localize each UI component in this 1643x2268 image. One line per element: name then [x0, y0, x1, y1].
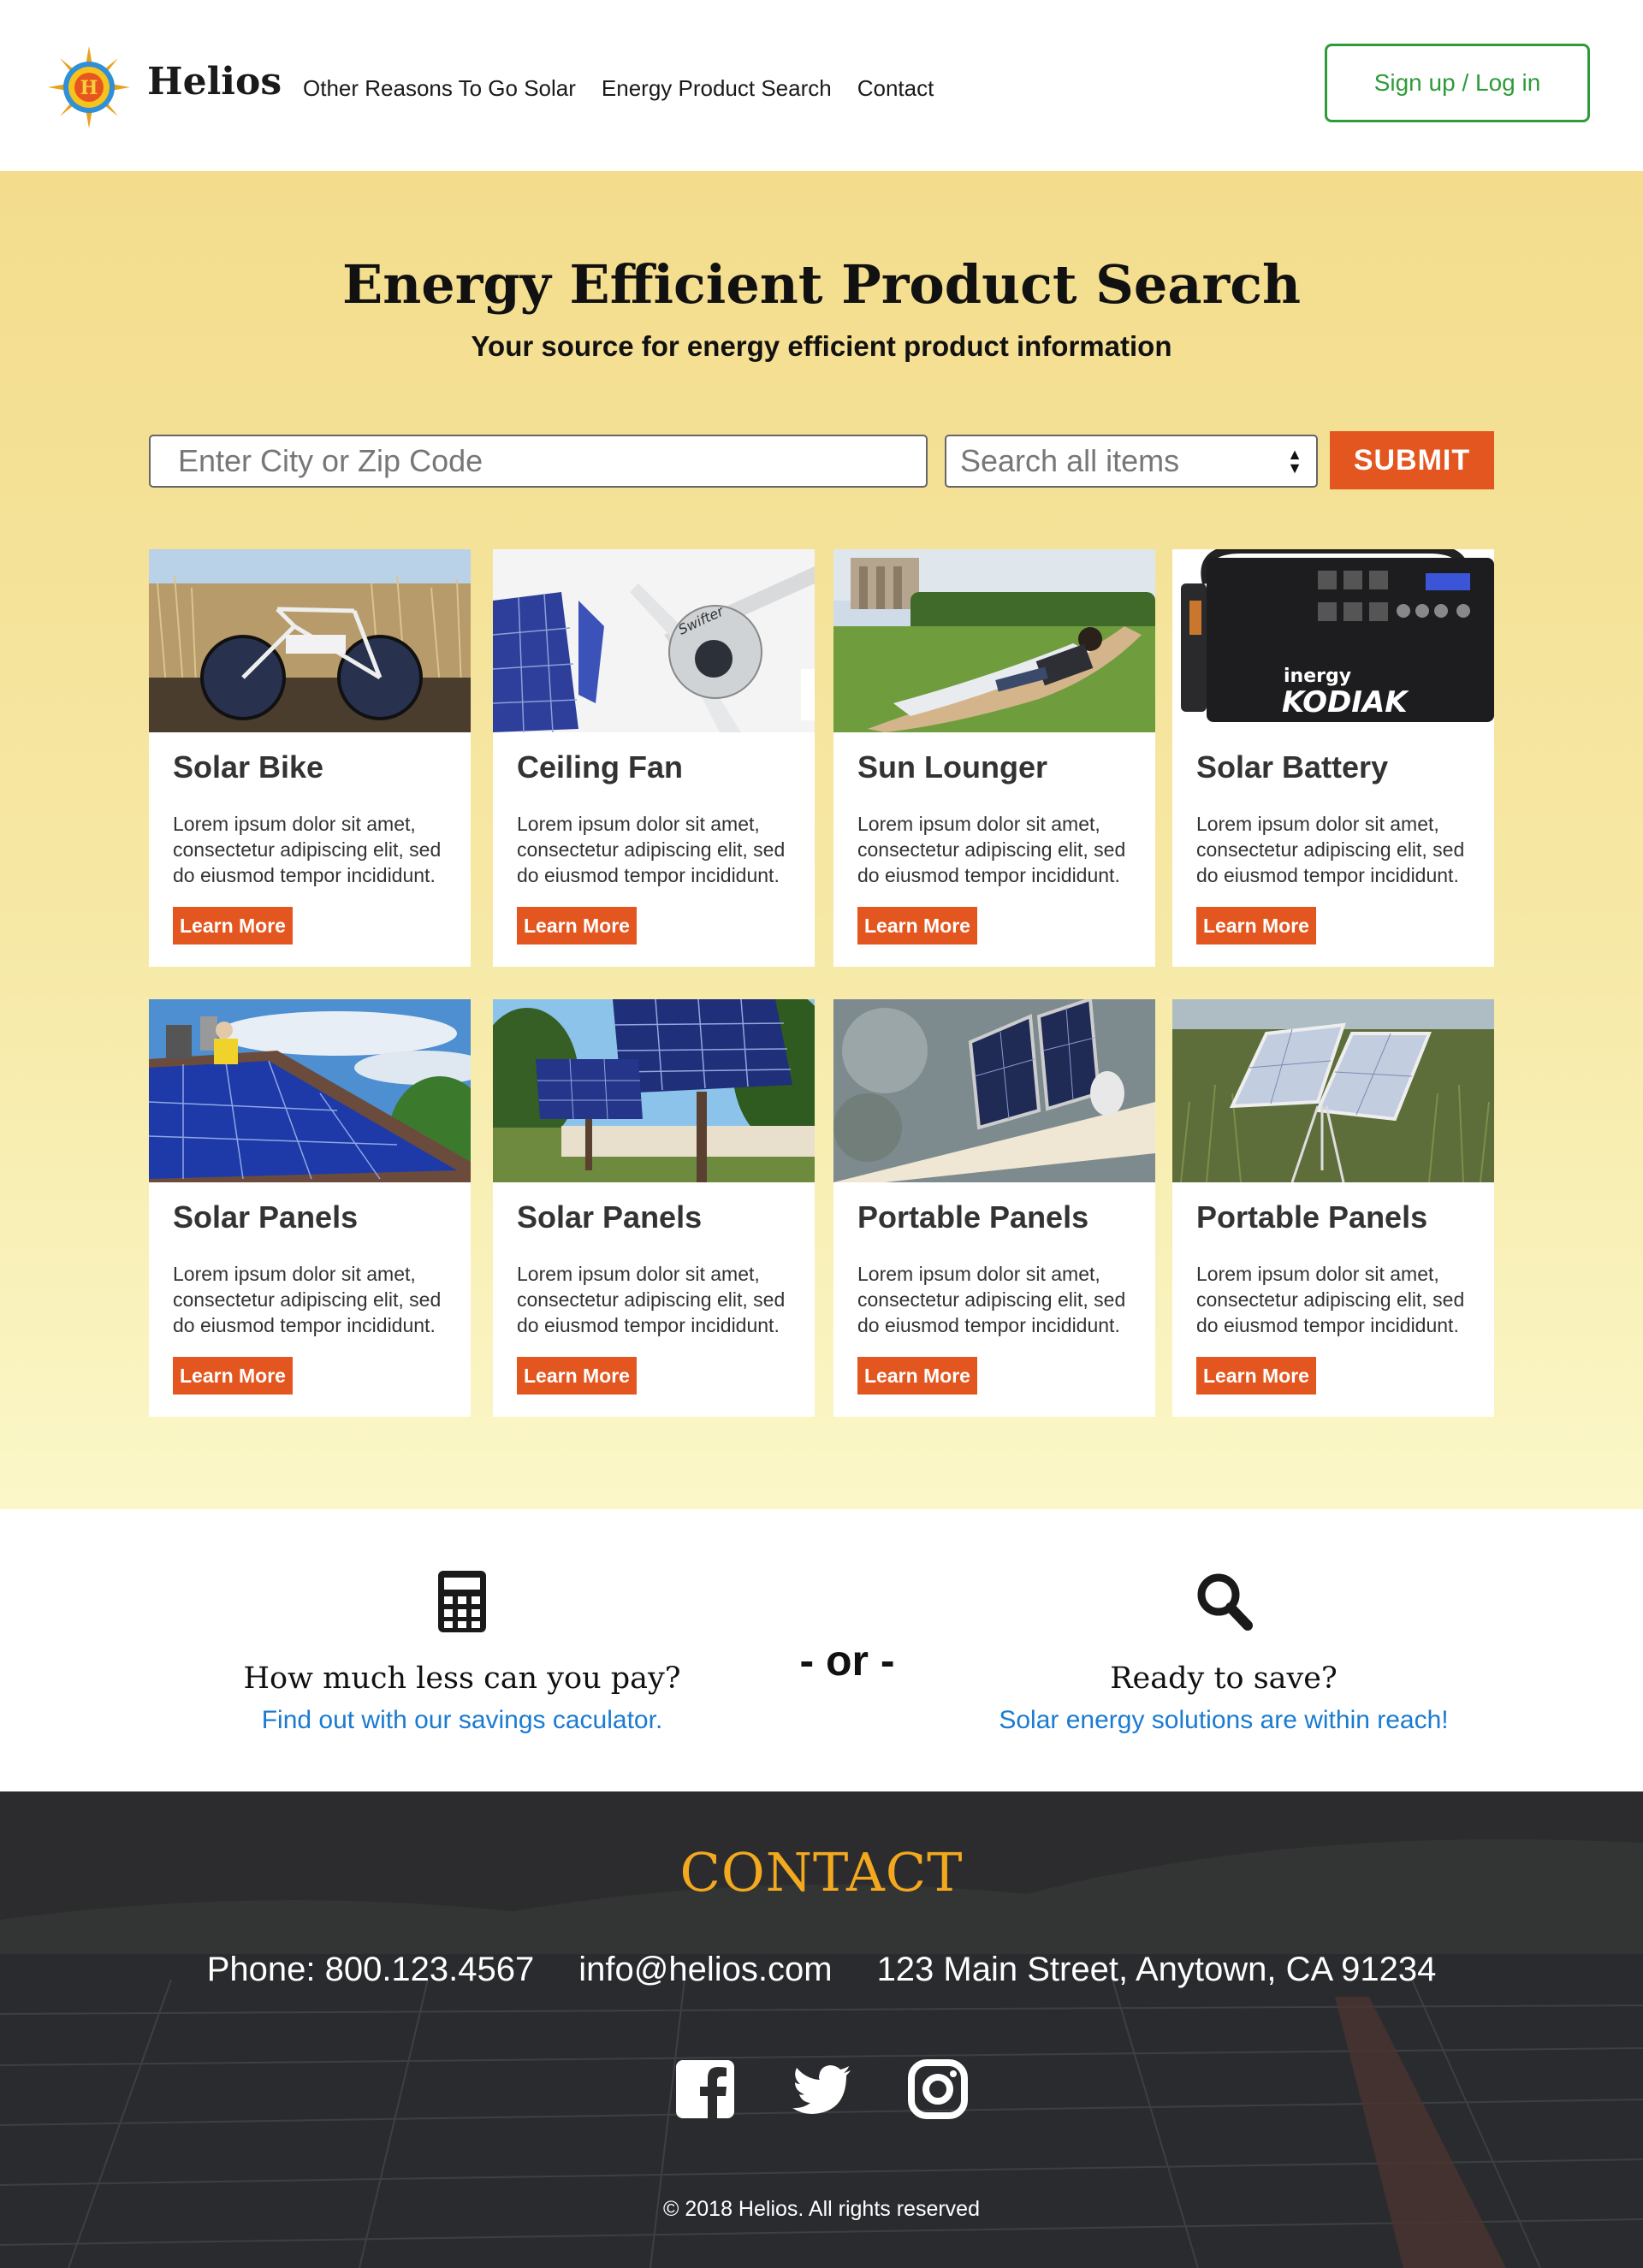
product-card: Sun Lounger Lorem ipsum dolor sit amet, …	[833, 549, 1155, 967]
field-portable-panels-image[interactable]	[1172, 999, 1494, 1182]
brand-name[interactable]: Helios	[147, 60, 282, 104]
product-card: Solar Panels Lorem ipsum dolor sit amet,…	[149, 999, 471, 1417]
select-value: Search all items	[960, 443, 1180, 478]
sun-lounger-image[interactable]	[833, 549, 1155, 732]
social-links	[0, 2058, 1643, 2120]
product-description: Lorem ipsum dolor sit amet, consectetur …	[517, 813, 786, 886]
product-title: Portable Panels	[1196, 1199, 1428, 1235]
product-description: Lorem ipsum dolor sit amet, consectetur …	[173, 813, 442, 886]
learn-more-button[interactable]: Learn More	[1196, 907, 1316, 945]
product-description: Lorem ipsum dolor sit amet, consectetur …	[1196, 813, 1465, 886]
product-description: Lorem ipsum dolor sit amet, consectetur …	[857, 813, 1126, 886]
learn-more-button[interactable]: Learn More	[1196, 1357, 1316, 1395]
product-title: Solar Panels	[173, 1199, 359, 1235]
solar-solutions-link[interactable]: Solar energy solutions are within reach!	[999, 1706, 1448, 1735]
product-description: Lorem ipsum dolor sit amet, consectetur …	[517, 1263, 786, 1336]
tracker-solar-panels-image[interactable]	[493, 999, 815, 1182]
portable-panels-image[interactable]	[833, 999, 1155, 1182]
twitter-icon[interactable]	[791, 2058, 852, 2120]
learn-more-button[interactable]: Learn More	[173, 907, 293, 945]
ceiling-fan-image[interactable]: Swifter	[493, 549, 815, 732]
product-card: Swifter Ceiling Fan Lorem ipsum dolor si…	[493, 549, 815, 967]
city-zip-input[interactable]	[149, 435, 928, 488]
product-card: Solar Panels Lorem ipsum dolor sit amet,…	[493, 999, 815, 1417]
learn-more-button[interactable]: Learn More	[517, 1357, 637, 1395]
product-title: Sun Lounger	[857, 749, 1047, 785]
facebook-icon[interactable]	[674, 2058, 736, 2120]
savings-calculator-block: How much less can you pay? Find out with…	[163, 1571, 762, 1735]
learn-more-button[interactable]: Learn More	[517, 907, 637, 945]
item-category-select[interactable]: Search all items ▲ ▼	[945, 435, 1318, 488]
battery-brand-label: inergy	[1284, 666, 1351, 687]
ready-to-save-block: Ready to save? Solar energy solutions ar…	[924, 1571, 1523, 1735]
signup-login-button[interactable]: Sign up / Log in	[1325, 44, 1590, 122]
savings-calculator-link[interactable]: Find out with our savings caculator.	[262, 1706, 663, 1735]
product-title: Solar Battery	[1196, 749, 1389, 785]
solar-bike-image[interactable]	[149, 549, 471, 732]
contact-heading: CONTACT	[679, 1841, 964, 1904]
contact-address: 123 Main Street, Anytown, CA 91234	[876, 1951, 1437, 1988]
contact-details: Phone: 800.123.4567 info@helios.com 123 …	[0, 1951, 1643, 1989]
learn-more-button[interactable]: Learn More	[857, 1357, 977, 1395]
product-title: Portable Panels	[857, 1199, 1089, 1235]
submit-button[interactable]: SUBMIT	[1330, 431, 1494, 489]
product-description: Lorem ipsum dolor sit amet, consectetur …	[1196, 1263, 1465, 1336]
contact-phone[interactable]: Phone: 800.123.4567	[207, 1951, 535, 1989]
product-search-section: Energy Efficient Product Search Your sou…	[0, 171, 1643, 1509]
ready-question: Ready to save?	[1110, 1661, 1338, 1696]
nav-contact[interactable]: Contact	[857, 75, 934, 102]
search-icon[interactable]	[1193, 1571, 1254, 1632]
roof-solar-panels-image[interactable]	[149, 999, 471, 1182]
product-description: Lorem ipsum dolor sit amet, consectetur …	[857, 1263, 1126, 1336]
logo-letter: H	[80, 77, 98, 99]
solar-battery-image[interactable]: inergy KODIAK	[1172, 549, 1494, 732]
select-arrows-icon: ▲ ▼	[1287, 446, 1302, 477]
product-card: Solar Bike Lorem ipsum dolor sit amet, c…	[149, 549, 471, 967]
main-nav: Other Reasons To Go Solar Energy Product…	[303, 75, 934, 102]
product-description: Lorem ipsum dolor sit amet, consectetur …	[173, 1263, 442, 1336]
instagram-icon[interactable]	[907, 2058, 969, 2120]
product-title: Solar Panels	[517, 1199, 703, 1235]
product-title: Solar Bike	[173, 749, 324, 785]
learn-more-button[interactable]: Learn More	[857, 907, 977, 945]
learn-more-button[interactable]: Learn More	[173, 1357, 293, 1395]
savings-question: How much less can you pay?	[243, 1661, 681, 1696]
savings-cta-section: How much less can you pay? Find out with…	[0, 1509, 1643, 1791]
nav-other-reasons[interactable]: Other Reasons To Go Solar	[303, 75, 576, 102]
product-title: Ceiling Fan	[517, 749, 684, 785]
copyright-text: © 2018 Helios. All rights reserved	[663, 2197, 980, 2221]
battery-model-label: KODIAK	[1282, 685, 1409, 719]
calculator-icon[interactable]	[431, 1571, 493, 1632]
page-title: Energy Efficient Product Search	[341, 253, 1302, 316]
or-separator: - or -	[799, 1637, 895, 1685]
nav-energy-product-search[interactable]: Energy Product Search	[602, 75, 832, 102]
product-card: Portable Panels Lorem ipsum dolor sit am…	[833, 999, 1155, 1417]
helios-logo-icon[interactable]: H	[46, 44, 132, 130]
site-header: H Helios Other Reasons To Go Solar Energ…	[0, 0, 1643, 171]
product-card: Portable Panels Lorem ipsum dolor sit am…	[1172, 999, 1494, 1417]
product-card: inergy KODIAK Solar Battery Lorem ipsum …	[1172, 549, 1494, 967]
contact-email[interactable]: info@helios.com	[578, 1951, 832, 1989]
contact-footer: CONTACT Phone: 800.123.4567 info@helios.…	[0, 1791, 1643, 2268]
page-subtitle: Your source for energy efficient product…	[471, 330, 1172, 362]
